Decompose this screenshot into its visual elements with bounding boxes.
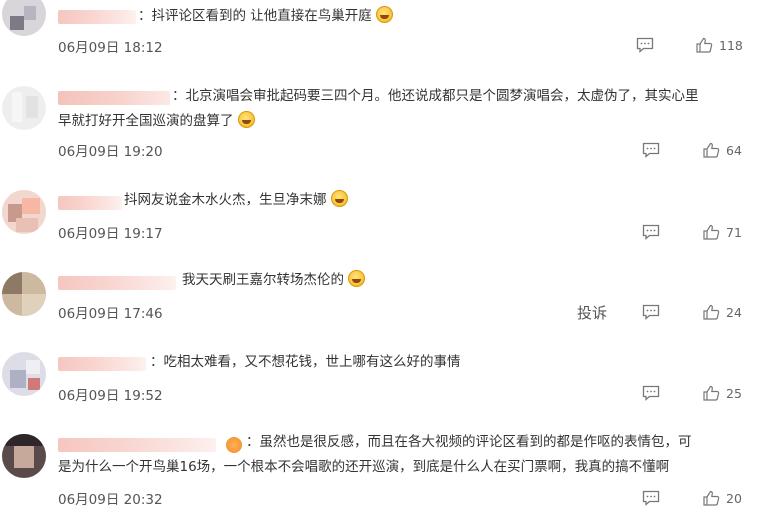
- thumbs-up-icon: [703, 224, 720, 240]
- comment-icon: [642, 224, 660, 240]
- comment-icon: [642, 490, 660, 506]
- avatar[interactable]: [2, 352, 46, 396]
- avatar[interactable]: [2, 272, 46, 316]
- username[interactable]: [58, 196, 122, 210]
- like-count: 20: [726, 490, 742, 506]
- like-count: 24: [726, 304, 742, 320]
- thumbs-up-icon: [703, 304, 720, 320]
- username[interactable]: [58, 10, 136, 24]
- emoji-icon: [348, 270, 365, 287]
- reply-button[interactable]: [642, 385, 660, 401]
- avatar[interactable]: [2, 190, 46, 234]
- like-button[interactable]: 64: [703, 142, 742, 158]
- comment-text-continued: 早就打好开全国巡演的盘算了: [58, 109, 255, 134]
- timestamp: 06月09日 19:52: [58, 388, 163, 404]
- timestamp: 06月09日 18:12: [58, 40, 163, 56]
- username[interactable]: [58, 276, 176, 290]
- like-count: 64: [726, 142, 742, 158]
- thumbs-up-icon: [703, 142, 720, 158]
- comment-text: 抖网友说金木水火杰，生旦净末娜: [124, 188, 348, 213]
- like-button[interactable]: 20: [703, 490, 742, 506]
- username[interactable]: [58, 91, 170, 105]
- reply-button[interactable]: [636, 37, 654, 53]
- comment-text: 我天天刷王嘉尔转场杰伦的: [182, 268, 365, 293]
- emoji-icon: [237, 111, 255, 128]
- comment-text: ：虽然也是很反感，而且在各大视频的评论区看到的都是作呕的表情包，可: [246, 434, 692, 450]
- avatar[interactable]: [2, 434, 46, 478]
- like-button[interactable]: 118: [696, 37, 743, 53]
- thumbs-up-icon: [703, 385, 720, 401]
- avatar[interactable]: [2, 0, 46, 36]
- like-button[interactable]: 25: [703, 385, 742, 401]
- timestamp: 06月09日 17:46: [58, 306, 163, 322]
- avatar[interactable]: [2, 86, 46, 130]
- comment-icon: [642, 304, 660, 320]
- emoji-icon: [375, 6, 393, 23]
- comment-text: ：北京演唱会审批起码要三四个月。他还说成都只是个圆梦演唱会，太虚伪了，其实心里: [172, 88, 699, 104]
- thumbs-up-icon: [696, 37, 713, 53]
- reply-button[interactable]: [642, 142, 660, 158]
- timestamp: 06月09日 20:32: [58, 492, 163, 508]
- timestamp: 06月09日 19:17: [58, 226, 163, 242]
- reply-button[interactable]: [642, 490, 660, 506]
- report-button[interactable]: 投诉: [577, 302, 607, 323]
- like-count: 25: [726, 385, 742, 401]
- thumbs-up-icon: [703, 490, 720, 506]
- username[interactable]: [58, 357, 146, 371]
- comment-text: ：吃相太难看，又不想花钱，世上哪有这么好的事情: [150, 354, 461, 370]
- comment-text: ：抖评论区看到的 让他直接在鸟巢开庭: [138, 4, 393, 29]
- comment-text-continued: 是为什么一个开鸟巢16场，一个根本不会唱歌的还开巡演，到底是什么人在买门票啊，我…: [58, 459, 670, 475]
- reply-button[interactable]: [642, 224, 660, 240]
- username[interactable]: [58, 438, 216, 452]
- like-count: 118: [719, 37, 743, 53]
- like-button[interactable]: 71: [703, 224, 742, 240]
- comment-icon: [642, 385, 660, 401]
- timestamp: 06月09日 19:20: [58, 144, 163, 160]
- like-button[interactable]: 24: [703, 304, 742, 320]
- crown-badge-icon: [226, 437, 242, 453]
- comment-icon: [642, 142, 660, 158]
- emoji-icon: [330, 190, 348, 207]
- comment-icon: [636, 37, 654, 53]
- reply-button[interactable]: [642, 304, 660, 320]
- like-count: 71: [726, 224, 742, 240]
